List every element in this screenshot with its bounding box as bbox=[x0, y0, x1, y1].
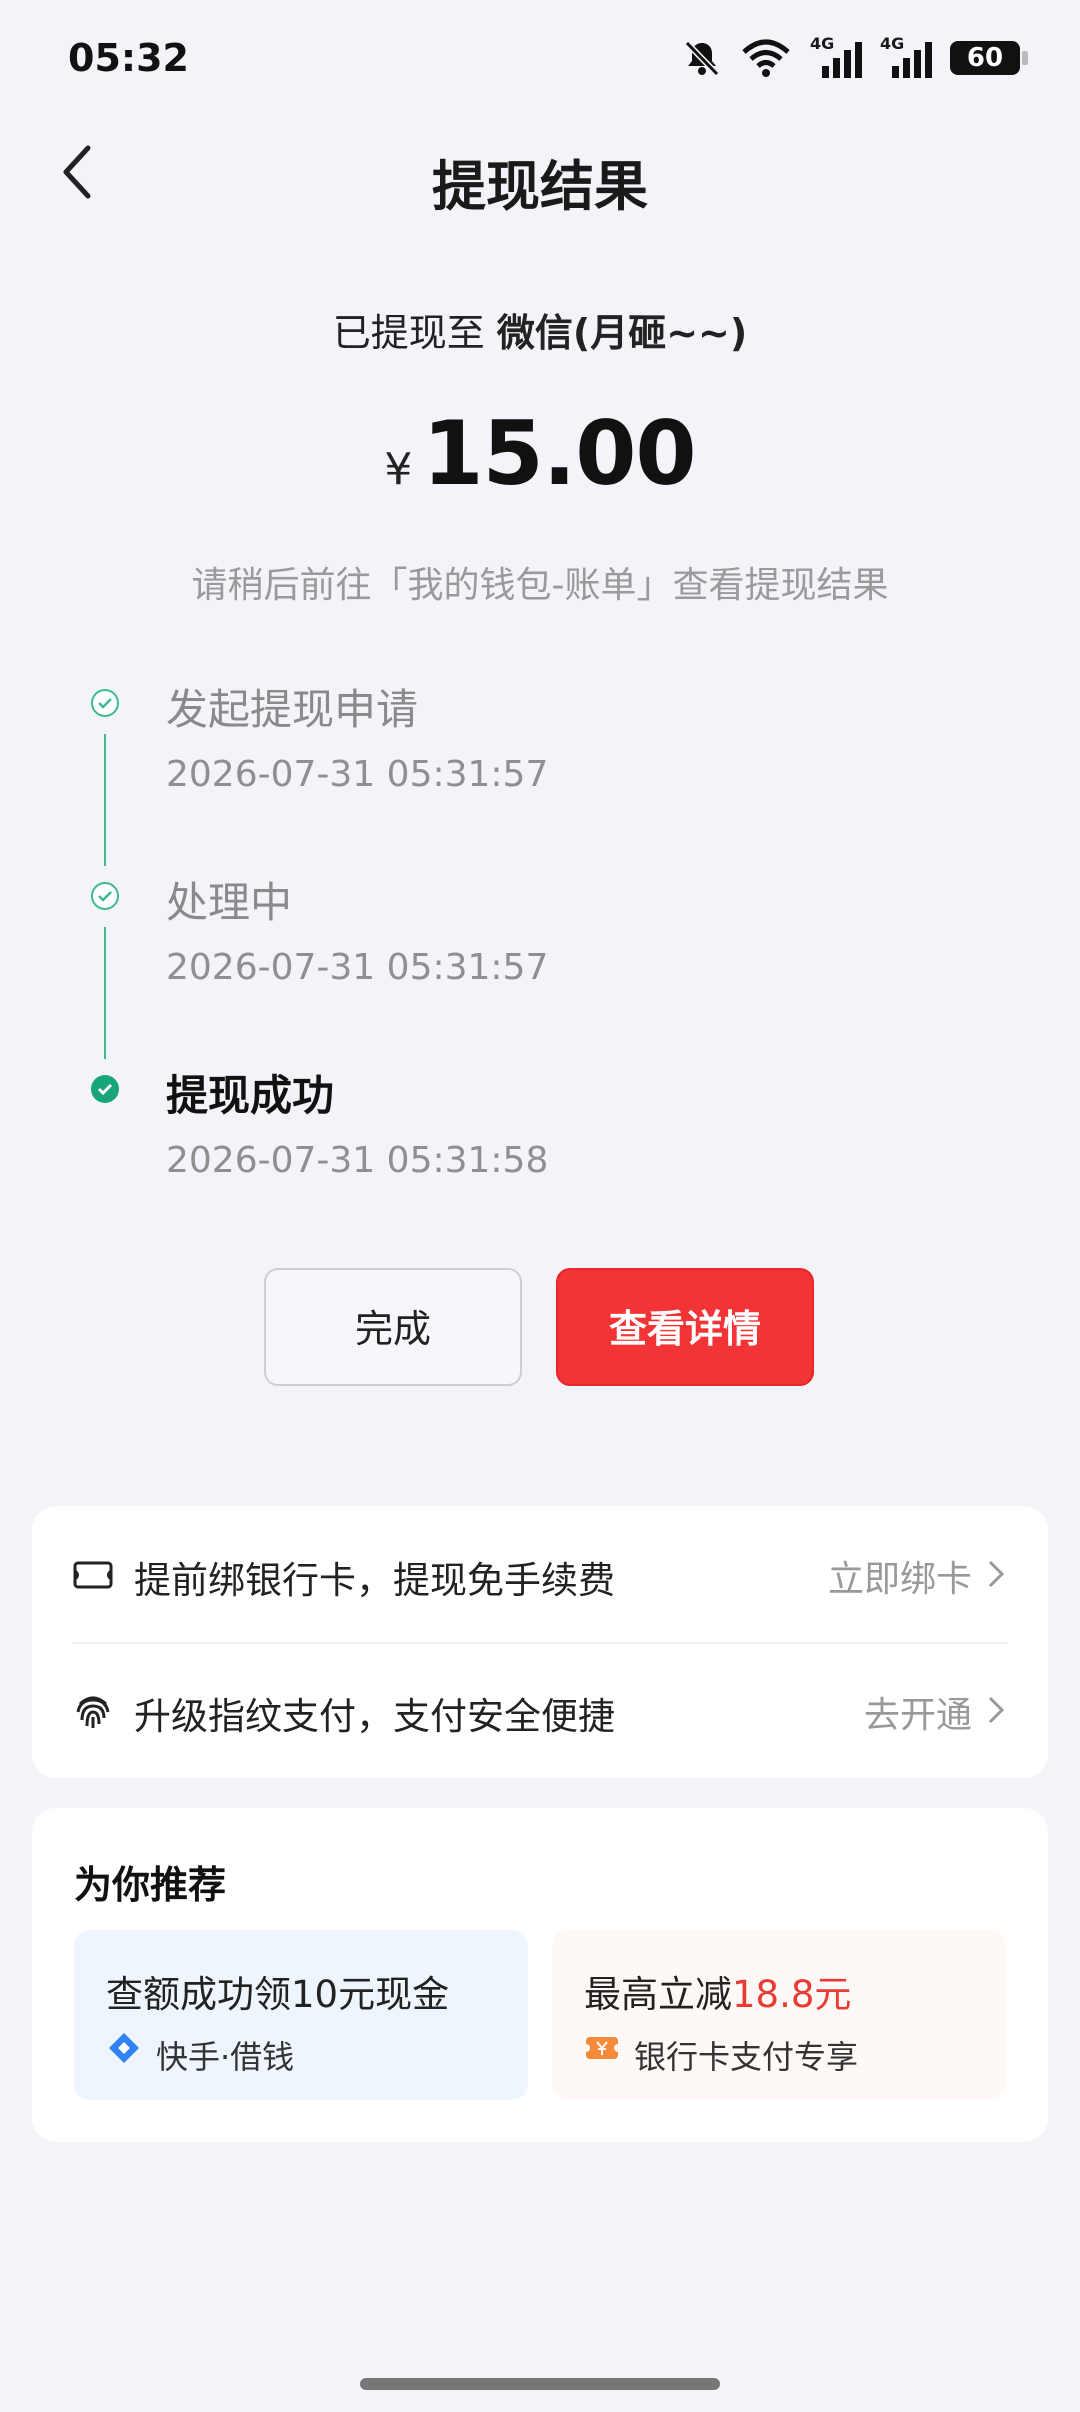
diamond-icon bbox=[109, 2033, 139, 2063]
destination-account: 微信(月砸~~) bbox=[496, 311, 748, 355]
withdraw-destination: 已提现至 微信(月砸~~) bbox=[0, 302, 1080, 357]
recommend-card: 为你推荐 查额成功领10元现金 快手·借钱 最高立减18.8元 银行卡支付专享 bbox=[32, 1808, 1048, 2142]
chevron-right-icon bbox=[988, 1696, 1005, 1724]
progress-timeline: 发起提现申请 2026-07-31 05:31:57 处理中 2026-07-3… bbox=[90, 676, 990, 1255]
promo-text: 提前绑银行卡，提现免手续费 bbox=[134, 1559, 615, 1602]
step-time: 2026-07-31 05:31:57 bbox=[166, 947, 549, 988]
step-title: 处理中 bbox=[166, 878, 293, 927]
tile-heading: 最高立减18.8元 bbox=[584, 1964, 851, 2018]
tile-heading-prefix: 最高立减 bbox=[584, 1973, 732, 2016]
status-bar: 05:32 4G 4G 60 bbox=[0, 0, 1080, 120]
tile-subtitle: 银行卡支付专享 bbox=[634, 2038, 859, 2076]
wifi-icon bbox=[742, 39, 790, 77]
recommend-title: 为你推荐 bbox=[74, 1863, 227, 1907]
amount-value: 15.00 bbox=[422, 402, 696, 505]
status-time: 05:32 bbox=[68, 36, 189, 80]
step-time: 2026-07-31 05:31:57 bbox=[166, 754, 549, 795]
cellular-signal-icon-2: 4G bbox=[880, 34, 932, 78]
step-time: 2026-07-31 05:31:58 bbox=[166, 1140, 549, 1181]
promo-action: 立即绑卡 bbox=[827, 1559, 972, 1600]
step-title: 发起提现申请 bbox=[166, 685, 419, 734]
currency-symbol: ¥ bbox=[384, 444, 413, 495]
mute-bell-icon bbox=[684, 40, 720, 77]
promo-action: 去开通 bbox=[863, 1695, 972, 1736]
timeline-step: 提现成功 2026-07-31 05:31:58 bbox=[90, 1062, 990, 1255]
page-title: 提现结果 bbox=[432, 155, 648, 218]
timeline-connector bbox=[104, 734, 106, 866]
result-hint: 请稍后前往「我的钱包-账单」查看提现结果 bbox=[191, 565, 889, 606]
check-circle-outline-icon bbox=[91, 689, 119, 717]
battery-icon: 60 bbox=[950, 41, 1028, 75]
tile-heading: 查额成功领10元现金 bbox=[106, 1973, 450, 2016]
coupon-icon bbox=[584, 2037, 620, 2059]
timeline-step: 发起提现申请 2026-07-31 05:31:57 bbox=[90, 676, 990, 869]
recommend-tile-discount[interactable]: 最高立减18.8元 银行卡支付专享 bbox=[552, 1930, 1006, 2100]
card-icon bbox=[73, 1561, 113, 1589]
chevron-right-icon bbox=[988, 1560, 1005, 1588]
timeline-step: 处理中 2026-07-31 05:31:57 bbox=[90, 869, 990, 1062]
home-indicator[interactable] bbox=[360, 2378, 720, 2390]
promo-card: 提前绑银行卡，提现免手续费 立即绑卡 升级指纹支付，支付安全便捷 去开通 bbox=[32, 1506, 1048, 1778]
status-icons: 4G 4G 60 bbox=[682, 34, 1028, 78]
bind-card-row[interactable]: 提前绑银行卡，提现免手续费 立即绑卡 bbox=[72, 1506, 1008, 1642]
withdraw-amount: ¥15.00 bbox=[0, 402, 1080, 505]
tile-heading-highlight: 18.8元 bbox=[732, 1973, 852, 2016]
recommend-tile-loan[interactable]: 查额成功领10元现金 快手·借钱 bbox=[74, 1930, 528, 2100]
cellular-signal-icon: 4G bbox=[810, 34, 862, 78]
view-details-button[interactable]: 查看详情 bbox=[556, 1268, 814, 1386]
nav-header: 提现结果 bbox=[0, 120, 1080, 230]
destination-prefix: 已提现至 bbox=[332, 311, 485, 355]
tile-subtitle: 快手·借钱 bbox=[156, 2038, 295, 2076]
check-circle-filled-icon bbox=[91, 1075, 119, 1103]
fingerprint-row[interactable]: 升级指纹支付，支付安全便捷 去开通 bbox=[72, 1642, 1008, 1778]
step-title: 提现成功 bbox=[166, 1071, 335, 1120]
timeline-connector bbox=[104, 927, 106, 1059]
check-circle-outline-icon bbox=[91, 882, 119, 910]
promo-text: 升级指纹支付，支付安全便捷 bbox=[134, 1695, 615, 1738]
fingerprint-icon bbox=[76, 1696, 110, 1728]
done-button[interactable]: 完成 bbox=[264, 1268, 522, 1386]
